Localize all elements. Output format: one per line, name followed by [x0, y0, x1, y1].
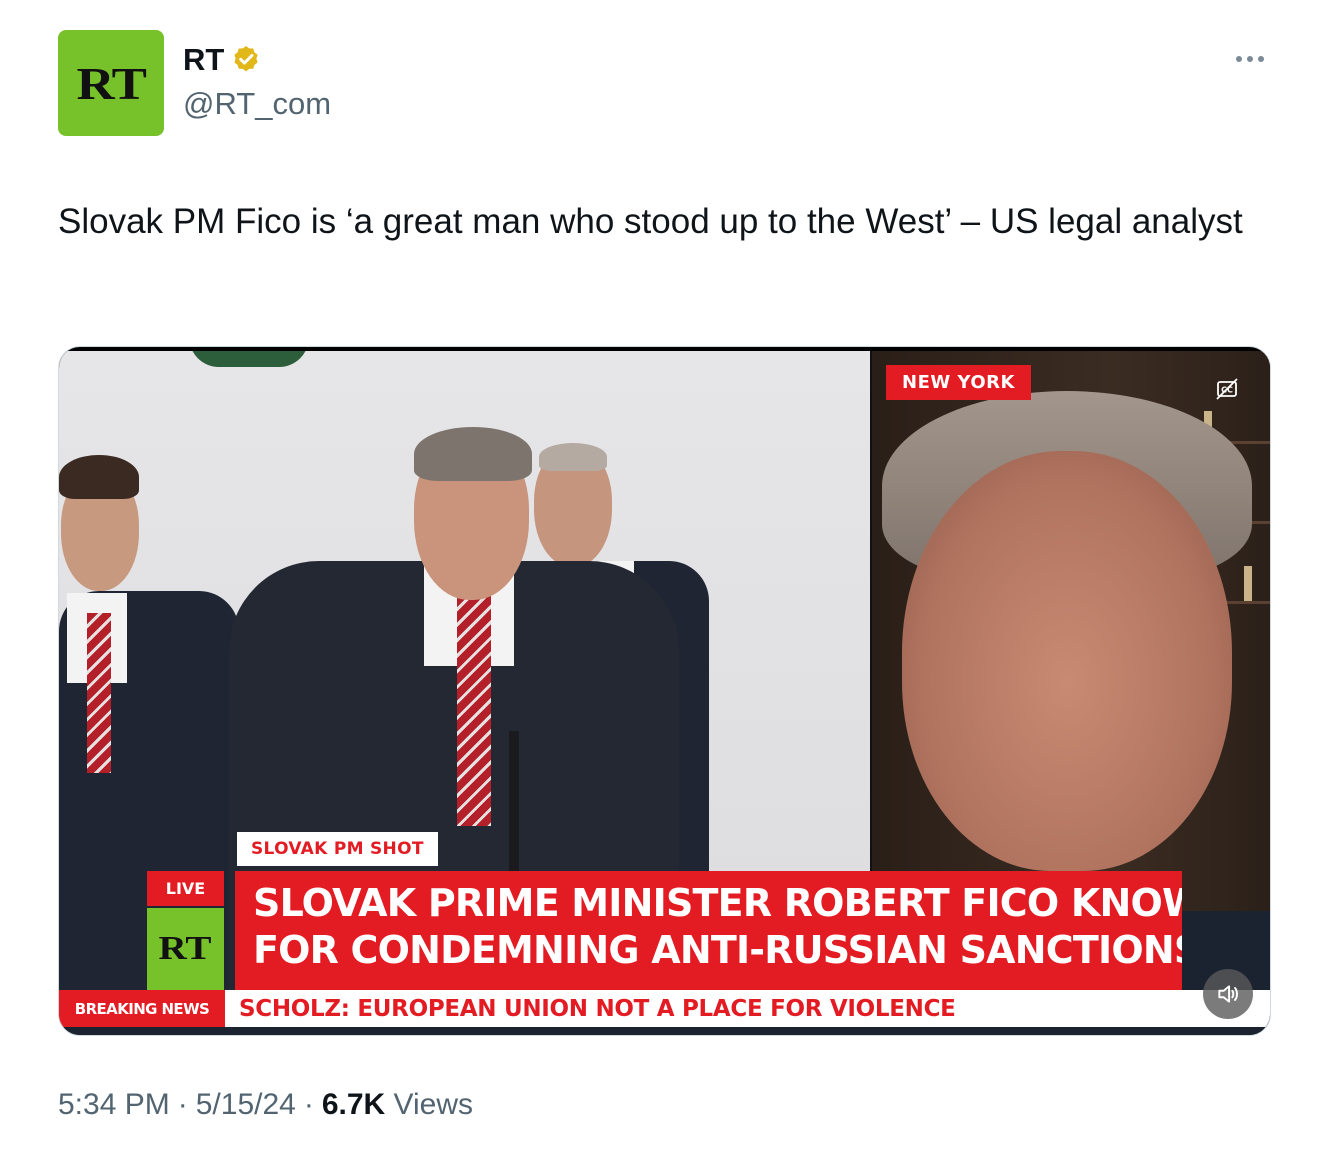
- closed-captions-off-icon[interactable]: CC: [1215, 377, 1239, 401]
- channel-logo: RT: [147, 908, 224, 990]
- analyst-face: [902, 451, 1232, 871]
- backdrop-emblem: [189, 351, 309, 367]
- meta-separator: ·: [303, 1088, 314, 1121]
- more-options-icon[interactable]: [1236, 56, 1264, 62]
- headline-line-2: FOR CONDEMNING ANTI-RUSSIAN SANCTIONS: [253, 928, 1182, 972]
- author-handle[interactable]: @RT_com: [183, 86, 331, 122]
- video-player[interactable]: NEW YORK CC SLOVAK PM SHOT LIVE RT SLOVA…: [58, 346, 1271, 1036]
- tweet-text: Slovak PM Fico is ‘a great man who stood…: [58, 202, 1243, 241]
- story-slug: SLOVAK PM SHOT: [237, 832, 438, 866]
- author-display-name[interactable]: RT: [183, 42, 224, 78]
- ticker-label: BREAKING NEWS: [59, 990, 225, 1027]
- headline-line-1: SLOVAK PRIME MINISTER ROBERT FICO KNOWN: [253, 881, 1182, 925]
- meta-separator: ·: [177, 1088, 188, 1121]
- sub-ticker-bar: [59, 1027, 1270, 1035]
- news-ticker: BREAKING NEWS SCHOLZ: EUROPEAN UNION NOT…: [59, 990, 1270, 1027]
- verified-badge-icon: [234, 46, 258, 72]
- tweet-time[interactable]: 5:34 PM: [58, 1088, 170, 1122]
- ticker-text: SCHOLZ: EUROPEAN UNION NOT A PLACE FOR V…: [239, 995, 956, 1022]
- tweet-meta: 5:34 PM · 5/15/24 · 6.7K Views: [58, 1088, 473, 1122]
- author-name-row: RT: [183, 42, 262, 78]
- channel-logo-text: RT: [159, 930, 212, 967]
- avatar-logo-text: RT: [76, 57, 146, 109]
- author-avatar[interactable]: RT: [58, 30, 164, 136]
- live-tag: LIVE: [147, 871, 224, 906]
- volume-icon: [1218, 985, 1238, 1003]
- lower-third-headline: SLOVAK PRIME MINISTER ROBERT FICO KNOWN …: [235, 871, 1182, 990]
- volume-button[interactable]: [1203, 969, 1253, 1019]
- views-label: Views: [393, 1088, 474, 1121]
- location-tag: NEW YORK: [886, 365, 1031, 400]
- tweet-date[interactable]: 5/15/24: [196, 1088, 296, 1122]
- views-count: 6.7K: [321, 1088, 386, 1121]
